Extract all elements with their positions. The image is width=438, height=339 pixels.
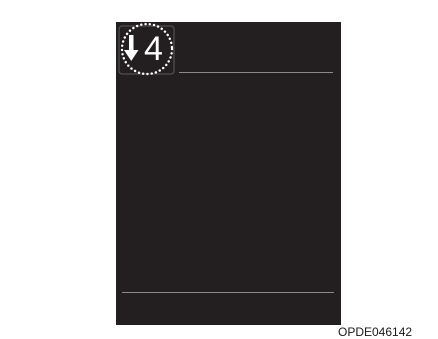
divider-line-top <box>179 72 333 73</box>
shift-indicator: 4 <box>116 22 178 78</box>
illustration-frame: 4 OPDE046142 <box>0 0 438 339</box>
divider-line-bottom <box>122 292 334 293</box>
gear-number: 4 <box>144 30 163 68</box>
image-reference-code: OPDE046142 <box>338 325 413 339</box>
arrow-down-icon <box>124 35 139 61</box>
cluster-display-panel: 4 <box>116 22 341 325</box>
